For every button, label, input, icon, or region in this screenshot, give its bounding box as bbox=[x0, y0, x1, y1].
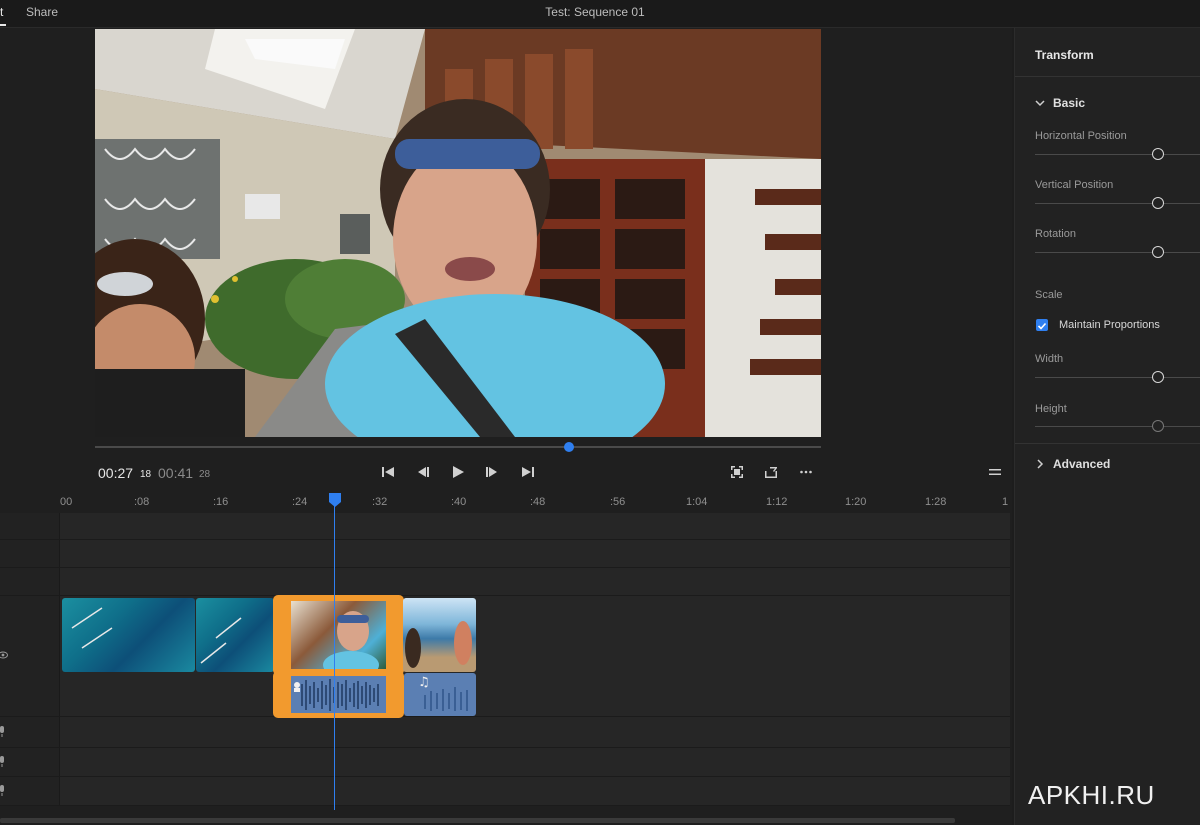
current-timecode-frames: 18 bbox=[140, 469, 152, 480]
playback-scrub-handle[interactable] bbox=[564, 442, 575, 452]
ruler-label: 1:28 bbox=[925, 496, 947, 508]
track-header[interactable] bbox=[0, 777, 60, 805]
clip-thumbnail bbox=[71, 607, 113, 649]
ruler-label: :24 bbox=[292, 496, 308, 508]
horizontal-position-label: Horizontal Position bbox=[1035, 130, 1127, 142]
top-bar: t Share Test: Sequence 01 bbox=[0, 0, 1200, 28]
ruler-label: 1:12 bbox=[766, 496, 788, 508]
video-clip-ocean-aerial[interactable] bbox=[196, 598, 274, 672]
video-clip-beach[interactable] bbox=[403, 598, 476, 672]
divider bbox=[1015, 76, 1200, 77]
hamburger-menu-icon[interactable] bbox=[985, 462, 1005, 482]
chevron-down-icon[interactable] bbox=[1035, 98, 1045, 108]
horizontal-position-slider[interactable] bbox=[1035, 154, 1200, 155]
track-header[interactable] bbox=[0, 568, 60, 595]
play-icon[interactable] bbox=[448, 462, 468, 482]
rotation-slider[interactable] bbox=[1035, 252, 1200, 253]
ruler-label: :48 bbox=[530, 496, 546, 508]
section-advanced[interactable]: Advanced bbox=[1053, 457, 1110, 471]
music-note-icon: ♫ bbox=[418, 675, 430, 690]
timeline-ruler[interactable]: 00 :08 :16 :24 :32 :40 :48 :56 1:04 1:12… bbox=[0, 492, 1012, 512]
ruler-label: :08 bbox=[134, 496, 150, 508]
total-duration: 00:41 bbox=[158, 465, 194, 481]
program-monitor[interactable] bbox=[95, 29, 821, 437]
horizontal-position-knob[interactable] bbox=[1152, 148, 1164, 160]
ruler-label: :40 bbox=[451, 496, 467, 508]
video-clip-selected[interactable] bbox=[273, 595, 404, 675]
watermark-text: APKHI.RU bbox=[1028, 780, 1155, 810]
ruler-label: 00 bbox=[60, 496, 73, 508]
ruler-label: 1:04 bbox=[686, 496, 708, 508]
track-header[interactable] bbox=[0, 596, 60, 716]
clip-thumbnail bbox=[405, 621, 472, 668]
step-forward-icon[interactable] bbox=[482, 462, 502, 482]
export-icon[interactable] bbox=[761, 462, 781, 482]
skip-back-icon[interactable] bbox=[378, 462, 398, 482]
audio-waveform bbox=[424, 687, 468, 711]
height-label: Height bbox=[1035, 403, 1067, 415]
ruler-label: 1 bbox=[1002, 496, 1009, 508]
video-frame-image bbox=[95, 29, 821, 437]
chevron-right-icon[interactable] bbox=[1035, 459, 1045, 469]
vertical-position-knob[interactable] bbox=[1152, 197, 1164, 209]
timeline-horizontal-scrollbar[interactable] bbox=[0, 818, 955, 823]
microphone-icon[interactable] bbox=[0, 756, 6, 768]
rotation-label: Rotation bbox=[1035, 228, 1076, 240]
skip-forward-icon[interactable] bbox=[518, 462, 538, 482]
width-slider[interactable] bbox=[1035, 377, 1200, 378]
height-knob[interactable] bbox=[1152, 420, 1164, 432]
audio-track[interactable] bbox=[0, 748, 1010, 777]
width-knob[interactable] bbox=[1152, 371, 1164, 383]
playback-scrub-track[interactable] bbox=[95, 446, 821, 448]
timeline-track[interactable] bbox=[0, 513, 1010, 540]
total-duration-frames: 28 bbox=[199, 469, 211, 480]
clip-thumbnail bbox=[291, 601, 386, 673]
sequence-title: Test: Sequence 01 bbox=[545, 5, 645, 19]
microphone-icon[interactable] bbox=[0, 785, 6, 797]
scale-label: Scale bbox=[1035, 289, 1063, 301]
track-header[interactable] bbox=[0, 717, 60, 747]
height-slider[interactable] bbox=[1035, 426, 1200, 427]
current-timecode: 00:27 bbox=[98, 465, 134, 481]
ruler-label: :56 bbox=[610, 496, 626, 508]
section-basic[interactable]: Basic bbox=[1053, 96, 1085, 110]
vertical-position-label: Vertical Position bbox=[1035, 179, 1114, 191]
maintain-proportions-label: Maintain Proportions bbox=[1059, 319, 1160, 331]
step-back-icon[interactable] bbox=[413, 462, 433, 482]
timeline-track[interactable] bbox=[0, 540, 1010, 568]
audio-track[interactable] bbox=[0, 717, 1010, 748]
audio-waveform bbox=[291, 676, 386, 713]
width-label: Width bbox=[1035, 353, 1064, 365]
panel-title: Transform bbox=[1035, 48, 1094, 62]
video-clip-ocean-aerial[interactable] bbox=[62, 598, 195, 672]
timeline-track[interactable] bbox=[0, 568, 1010, 596]
track-header[interactable] bbox=[0, 513, 60, 539]
microphone-icon[interactable] bbox=[0, 726, 6, 738]
active-tab-indicator bbox=[0, 24, 6, 26]
rotation-knob[interactable] bbox=[1152, 246, 1164, 258]
maintain-proportions-checkbox[interactable] bbox=[1036, 319, 1048, 331]
eye-icon[interactable] bbox=[0, 650, 8, 660]
audio-clip-music[interactable]: ♫ bbox=[404, 673, 476, 716]
playhead-handle[interactable] bbox=[329, 493, 341, 507]
ruler-label: 1:20 bbox=[845, 496, 867, 508]
track-header[interactable] bbox=[0, 540, 60, 567]
track-header[interactable] bbox=[0, 748, 60, 776]
fit-frame-icon[interactable] bbox=[727, 462, 747, 482]
clip-thumbnail bbox=[200, 617, 242, 664]
audio-track[interactable] bbox=[0, 777, 1010, 806]
vertical-position-slider[interactable] bbox=[1035, 203, 1200, 204]
ruler-label: :16 bbox=[213, 496, 229, 508]
more-icon[interactable] bbox=[796, 462, 816, 482]
ruler-label: :32 bbox=[372, 496, 388, 508]
divider bbox=[1015, 443, 1200, 444]
properties-panel: Transform Basic Horizontal Position Vert… bbox=[1014, 28, 1200, 825]
audio-clip-selected[interactable] bbox=[273, 671, 404, 718]
playhead-line bbox=[334, 505, 335, 810]
